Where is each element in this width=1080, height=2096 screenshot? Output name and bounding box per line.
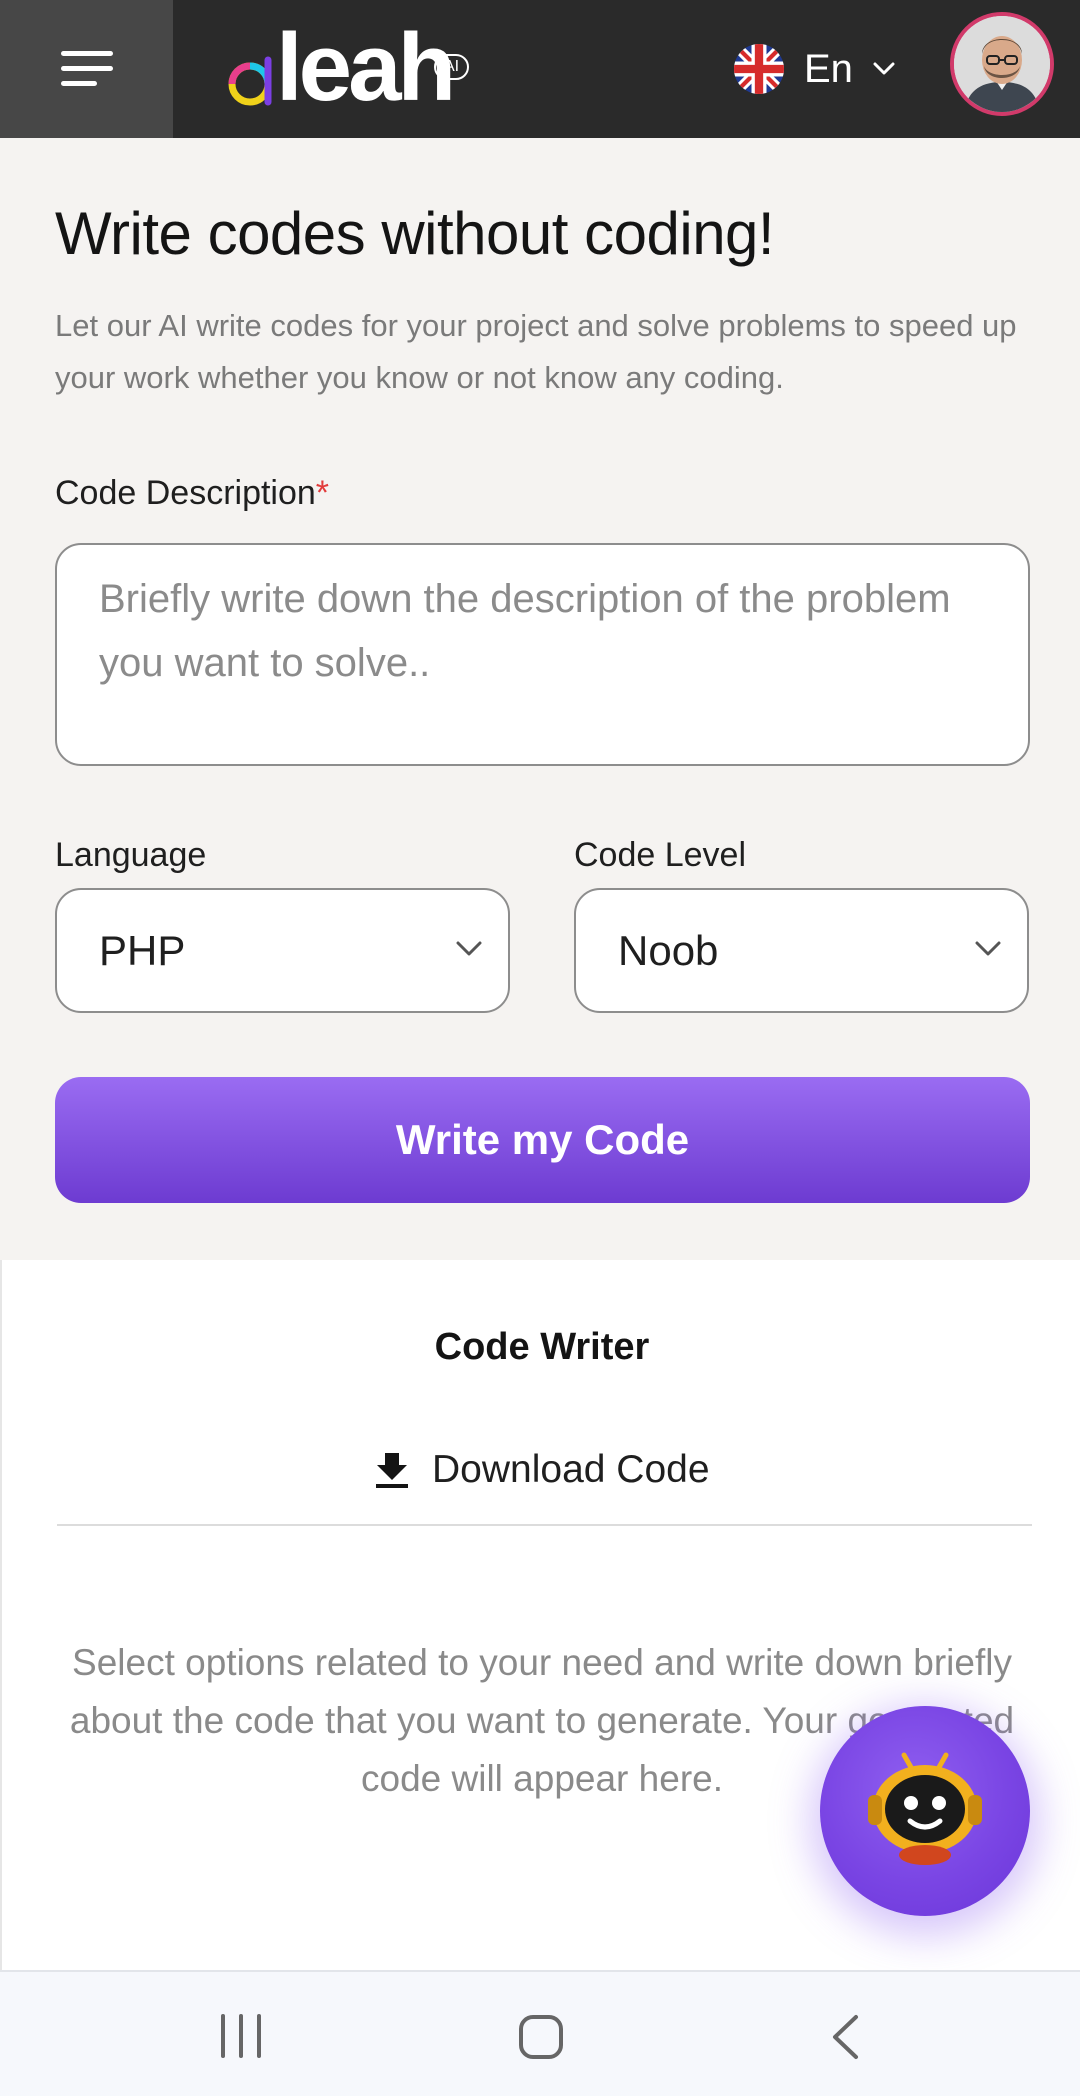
divider bbox=[57, 1524, 1032, 1526]
code-description-label-text: Code Description bbox=[55, 474, 316, 512]
uk-flag-icon bbox=[734, 44, 784, 94]
page-title: Write codes without coding! bbox=[55, 200, 775, 267]
avatar-portrait-icon bbox=[954, 16, 1050, 112]
page-subtitle: Let our AI write codes for your project … bbox=[55, 308, 1017, 395]
language-select-value: PHP bbox=[99, 926, 186, 974]
language-field-label: Language bbox=[55, 836, 207, 874]
home-icon[interactable] bbox=[518, 2014, 564, 2060]
recent-apps-icon[interactable] bbox=[218, 2014, 264, 2058]
system-navigation-bar bbox=[0, 1970, 1080, 2096]
language-label: En bbox=[804, 46, 853, 91]
logo-text: leah bbox=[276, 14, 456, 121]
back-icon[interactable] bbox=[830, 2014, 860, 2060]
code-level-select[interactable]: Noob bbox=[574, 888, 1029, 1013]
logo-ai-badge: AI bbox=[434, 54, 470, 80]
chevron-down-icon bbox=[975, 941, 1001, 955]
logo-swirl-icon bbox=[228, 56, 272, 106]
code-description-label: Code Description* bbox=[55, 474, 329, 513]
chevron-down-icon bbox=[456, 941, 482, 955]
code-writer-title: Code Writer bbox=[434, 1326, 650, 1368]
app-header: leah AI En bbox=[0, 0, 1080, 138]
leah-logo[interactable]: leah AI bbox=[224, 18, 484, 118]
assistant-chat-button[interactable] bbox=[820, 1706, 1030, 1916]
code-description-input[interactable] bbox=[55, 543, 1030, 766]
language-selector[interactable]: En bbox=[734, 38, 895, 100]
hamburger-menu-icon bbox=[60, 51, 113, 86]
robot-assistant-icon bbox=[868, 1752, 982, 1865]
download-code-label: Download Code bbox=[432, 1448, 710, 1491]
code-level-select-value: Noob bbox=[618, 926, 719, 974]
user-avatar[interactable] bbox=[950, 12, 1054, 116]
language-select[interactable]: PHP bbox=[55, 888, 510, 1013]
code-level-label: Code Level bbox=[574, 836, 747, 874]
download-code-button[interactable]: Download Code bbox=[374, 1440, 710, 1500]
chevron-down-icon bbox=[873, 62, 895, 75]
write-my-code-button[interactable]: Write my Code bbox=[55, 1077, 1030, 1203]
download-icon bbox=[376, 1453, 408, 1488]
required-asterisk: * bbox=[315, 474, 330, 512]
menu-button[interactable] bbox=[0, 0, 173, 138]
